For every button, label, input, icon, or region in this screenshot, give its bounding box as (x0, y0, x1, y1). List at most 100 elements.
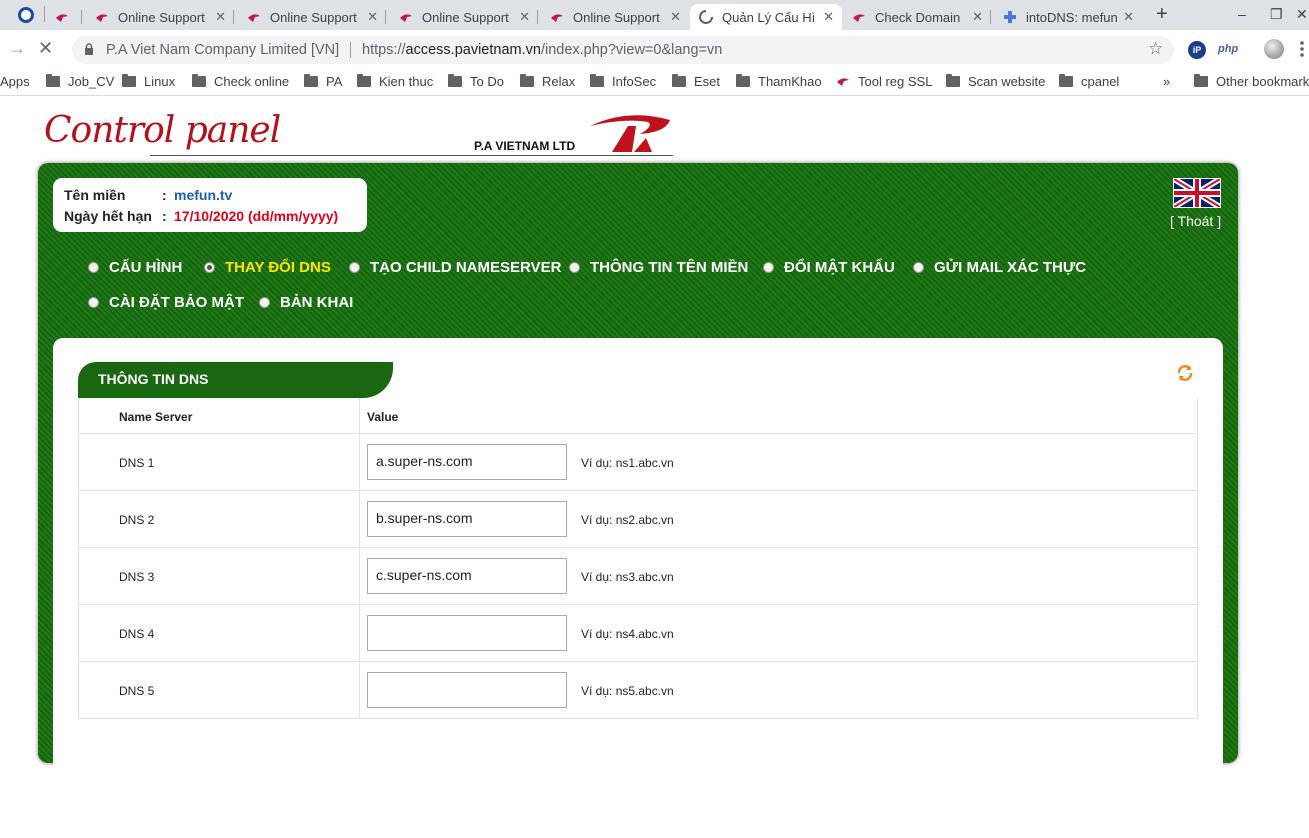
dns-table: Name Server Value DNS 1 a.super-ns.com V… (78, 398, 1198, 719)
tab-check-domain[interactable]: Check Domain ✕ (843, 4, 991, 30)
tab-label: Online Support (118, 9, 205, 25)
pa-vietnam-logo-icon (588, 112, 674, 152)
bookmark-check-online[interactable]: Check online (192, 74, 289, 89)
bookmark-label: Linux (144, 74, 176, 89)
folder-icon (448, 74, 462, 87)
tab-strip: Online Support ✕ Online Support ✕ Online… (0, 0, 1309, 30)
bookmark-apps[interactable]: Apps (0, 74, 30, 89)
radio-icon (569, 262, 580, 273)
tab-online-support-2[interactable]: Online Support ✕ (238, 4, 386, 30)
bookmark-eset[interactable]: Eset (672, 74, 720, 89)
bookmark-label: PA (326, 74, 343, 89)
tab-close-icon[interactable]: ✕ (367, 9, 378, 25)
bookmark-star-icon[interactable]: ☆ (1148, 39, 1163, 59)
bookmark-label: Check online (214, 74, 290, 89)
dns-2-input[interactable]: b.super-ns.com (367, 501, 567, 537)
tab-online-support-4[interactable]: Online Support ✕ (541, 4, 689, 30)
browser-toolbar: → ✕ P.A Viet Nam Company Limited [VN] ht… (0, 30, 1309, 68)
tab-label: Quản Lý Cấu Hì (722, 9, 816, 25)
tab-close-icon[interactable]: ✕ (1123, 9, 1134, 25)
stop-loading-icon[interactable]: ✕ (38, 38, 53, 59)
menu-doi-mat-khau[interactable]: ĐỔI MẬT KHẨU (763, 259, 895, 276)
dns-label: DNS 3 (119, 570, 155, 584)
bookmark-label: Eset (694, 74, 721, 89)
tab-online-support-1[interactable]: Online Support ✕ (86, 4, 234, 30)
dns-1-input[interactable]: a.super-ns.com (367, 444, 567, 480)
bookmark-pa[interactable]: PA (304, 74, 342, 89)
menu-kebab-icon[interactable] (1300, 40, 1304, 58)
bookmark-tool-reg-ssl[interactable]: Tool reg SSL (836, 74, 932, 89)
table-row: DNS 3 c.super-ns.com Ví dụ: ns3.abc.vn (79, 548, 1197, 605)
dns-hint: Ví dụ: ns1.abc.vn (581, 456, 674, 470)
bookmark-label: ThamKhao (758, 74, 822, 89)
expiry-label: Ngày hết hạn (64, 208, 152, 224)
url-text[interactable]: https://access.pavietnam.vn/index.php?vi… (362, 42, 722, 58)
maximize-button[interactable]: ❐ (1270, 6, 1283, 23)
folder-icon (46, 74, 60, 87)
folder-icon (357, 74, 371, 87)
bookmark-cpanel[interactable]: cpanel (1059, 74, 1119, 89)
tab-pinned[interactable] (46, 4, 82, 30)
lock-icon[interactable] (84, 43, 94, 56)
close-window-button[interactable]: ✕ (1296, 6, 1308, 23)
php-extension-icon[interactable]: php (1218, 43, 1238, 55)
forward-arrow-icon[interactable]: → (8, 38, 26, 59)
profile-icon[interactable] (18, 7, 34, 23)
dns-3-input[interactable]: c.super-ns.com (367, 558, 567, 594)
menu-ban-khai[interactable]: BẢN KHAI (259, 294, 353, 311)
bookmark-to-do[interactable]: To Do (448, 74, 504, 89)
address-bar[interactable]: P.A Viet Nam Company Limited [VN] https:… (72, 36, 1174, 64)
tab-label: intoDNS: mefun (1026, 9, 1118, 25)
pa-favicon-icon (54, 9, 70, 25)
dns-label: DNS 5 (119, 684, 155, 698)
folder-icon (122, 74, 136, 87)
folder-icon (192, 74, 206, 87)
folder-icon (946, 74, 960, 87)
bookmark-other[interactable]: Other bookmarks (1194, 74, 1309, 89)
menu-thay-doi-dns[interactable]: THAY ĐỔI DNS (204, 259, 331, 276)
menu-cau-hinh[interactable]: CẤU HÌNH (88, 259, 182, 276)
bookmark-linux[interactable]: Linux (122, 74, 175, 89)
tab-label: Online Support (422, 9, 509, 25)
expiry-value: 17/10/2020 (dd/mm/yyyy) (174, 208, 339, 224)
bookmark-job-cv[interactable]: Job_CV (46, 74, 114, 89)
account-avatar[interactable] (1264, 39, 1284, 59)
menu-label: CÀI ĐẶT BẢO MẬT (109, 294, 244, 311)
folder-icon (304, 74, 318, 87)
new-tab-button[interactable]: + (1156, 3, 1168, 26)
menu-label: THAY ĐỔI DNS (225, 259, 331, 276)
dns-4-input[interactable] (367, 615, 567, 651)
uk-flag-icon[interactable] (1172, 176, 1222, 210)
pa-favicon-icon (246, 9, 262, 25)
bookmark-relax[interactable]: Relax (520, 74, 575, 89)
menu-label: THÔNG TIN TÊN MIỀN (590, 259, 749, 276)
tab-intodns[interactable]: intoDNS: mefun ✕ (994, 4, 1142, 30)
refresh-icon[interactable] (1176, 364, 1194, 382)
tab-online-support-3[interactable]: Online Support ✕ (390, 4, 538, 30)
tab-close-icon[interactable]: ✕ (670, 9, 681, 25)
control-panel: Tên miền : mefun.tv Ngày hết hạn : 17/10… (38, 163, 1238, 838)
folder-icon (1194, 74, 1208, 87)
menu-cai-dat-bao-mat[interactable]: CÀI ĐẶT BẢO MẬT (88, 294, 244, 311)
dns-5-input[interactable] (367, 672, 567, 708)
minimize-button[interactable]: – (1238, 6, 1246, 22)
tab-quan-ly-active[interactable]: Quản Lý Cấu Hì ✕ (690, 4, 842, 30)
bookmark-scan-website[interactable]: Scan website (946, 74, 1045, 89)
intodns-favicon-icon (1002, 9, 1018, 25)
menu-gui-mail-xac-thuc[interactable]: GỬI MAIL XÁC THỰC (913, 259, 1086, 276)
tab-close-icon[interactable]: ✕ (823, 9, 834, 25)
radio-icon (763, 262, 774, 273)
dns-section-title: THÔNG TIN DNS (78, 362, 393, 398)
tab-close-icon[interactable]: ✕ (215, 9, 226, 25)
menu-tao-child-nameserver[interactable]: TẠO CHILD NAMESERVER (349, 259, 561, 276)
ip-extension-icon[interactable]: iP (1188, 41, 1206, 59)
bookmark-infosec[interactable]: InfoSec (590, 74, 656, 89)
bookmarks-more-button[interactable]: » (1163, 74, 1170, 89)
logout-link[interactable]: [ Thoát ] (1170, 213, 1221, 229)
company-name: P.A VIETNAM LTD (474, 139, 576, 153)
menu-thong-tin-ten-mien[interactable]: THÔNG TIN TÊN MIỀN (569, 259, 748, 276)
bookmark-kien-thuc[interactable]: Kien thuc (357, 74, 433, 89)
tab-close-icon[interactable]: ✕ (519, 9, 530, 25)
bookmark-thamkhao[interactable]: ThamKhao (736, 74, 822, 89)
tab-close-icon[interactable]: ✕ (972, 9, 983, 25)
